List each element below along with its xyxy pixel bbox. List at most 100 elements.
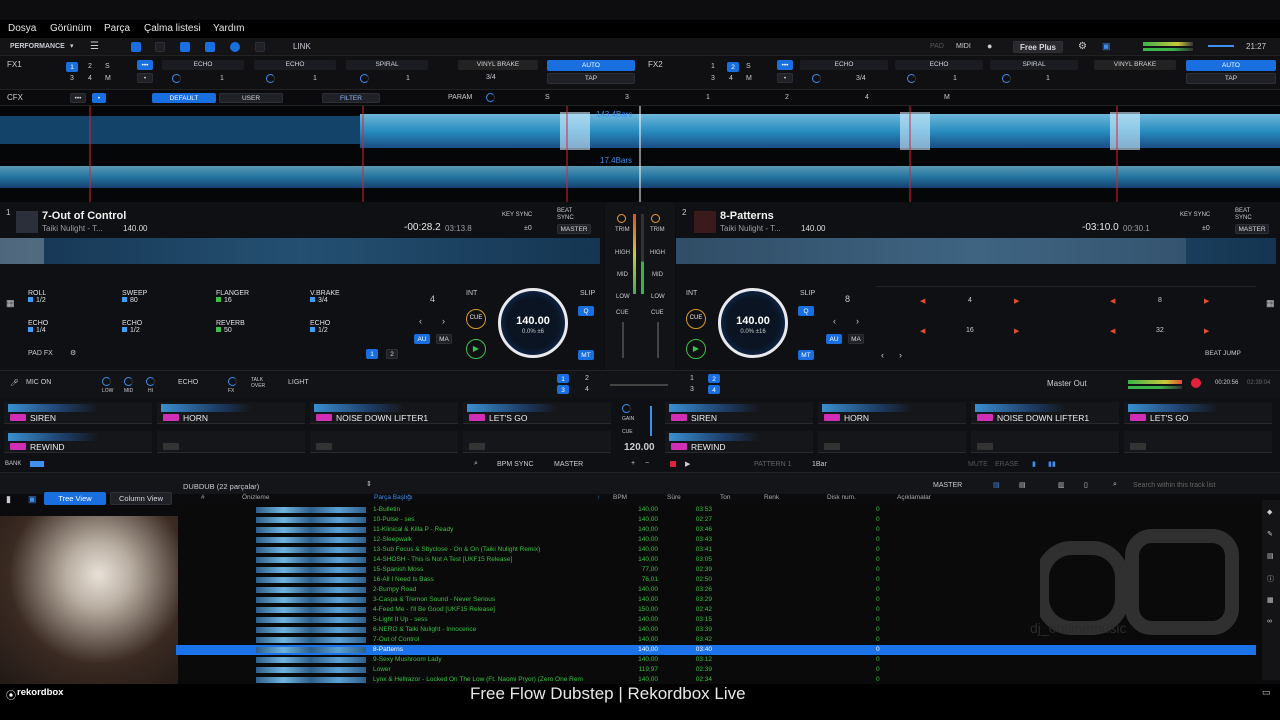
edit-icon[interactable]: ✎ <box>1267 530 1273 538</box>
jump-right-icon[interactable]: ▶ <box>1014 297 1019 305</box>
jump-left-icon[interactable]: ◀ <box>920 327 925 335</box>
jump-right-icon[interactable]: ▶ <box>1204 327 1209 335</box>
fx2-tap-button[interactable]: TAP <box>1186 73 1276 84</box>
sampler-ch-1b[interactable]: 1 <box>690 375 694 382</box>
sampler-slot-7[interactable]: NOISE DOWN LIFTER1 <box>971 402 1119 424</box>
deck1-jump-forward[interactable]: › <box>442 316 445 326</box>
deck2-ma-button[interactable]: MA <box>848 334 864 344</box>
deck1-master-button[interactable]: MASTER <box>557 224 591 234</box>
ch1-cue-button[interactable]: CUE <box>616 310 629 316</box>
fx2-on-button[interactable]: • <box>777 73 793 83</box>
deck1-au-button[interactable]: AU <box>414 334 430 344</box>
fx1-slot3-select[interactable]: SPIRAL <box>346 60 428 70</box>
deck-icon[interactable] <box>155 42 165 52</box>
fx2-slot2-select[interactable]: ECHO <box>895 60 983 70</box>
related-icon[interactable]: ▦ <box>1267 596 1274 604</box>
table-row[interactable]: Lower 119,97 02:39 0 <box>176 665 1256 675</box>
mic-mid-knob[interactable] <box>124 377 133 386</box>
col-comments[interactable]: Açıklamalar <box>897 494 931 501</box>
bank-selector[interactable] <box>30 461 44 467</box>
menu-calma-listesi[interactable]: Çalma listesi <box>144 23 201 34</box>
link-button[interactable]: LINK <box>293 42 311 51</box>
volume-slider[interactable] <box>1208 45 1234 47</box>
col-key[interactable]: Ton <box>720 494 730 501</box>
fx2-assign-3[interactable]: 3 <box>711 75 715 82</box>
deck2-beatsync[interactable]: BEAT SYNC <box>1235 208 1255 222</box>
fx1-slot1-select[interactable]: ECHO <box>162 60 244 70</box>
preview-waveform[interactable] <box>256 587 366 593</box>
fx2-more-button[interactable]: ••• <box>777 60 793 70</box>
sampler-ch-3[interactable]: 3 <box>557 385 569 394</box>
midi-button[interactable]: MIDI <box>956 43 971 50</box>
table-row[interactable]: 8-Patterns 140,00 03:40 0 <box>176 645 1256 655</box>
sampler-slot-10[interactable] <box>157 431 305 453</box>
sort-icon[interactable]: ⇕ <box>366 480 372 488</box>
fx1-assign-1[interactable]: 1 <box>66 62 78 72</box>
fx2-slot1-select[interactable]: ECHO <box>800 60 888 70</box>
link-icon[interactable]: ∞ <box>1267 618 1272 625</box>
sampler-slot-9[interactable]: REWIND <box>4 431 152 453</box>
page-prev-icon[interactable]: ‹ <box>881 350 884 360</box>
deck2-mt-button[interactable]: MT <box>798 350 814 360</box>
track-search-input[interactable]: Search within this track list <box>1133 482 1215 489</box>
bpm-sync-button[interactable]: BPM SYNC <box>497 461 534 468</box>
deck1-jump-back[interactable]: ‹ <box>419 316 422 326</box>
layout-menu-icon[interactable]: ☰ <box>90 41 99 52</box>
menu-yardim[interactable]: Yardım <box>213 23 245 34</box>
sampler-cue-button[interactable]: CUE <box>622 429 633 435</box>
bookmark-icon[interactable]: ▮ <box>6 494 11 505</box>
tree-view-tab[interactable]: Tree View <box>44 492 106 505</box>
preview-waveform[interactable] <box>256 577 366 583</box>
record-icon[interactable] <box>230 42 240 52</box>
column-view-icon[interactable]: ▥ <box>1058 481 1065 489</box>
pad-grid-icon[interactable]: ▦ <box>1266 298 1275 309</box>
layout-icon[interactable] <box>131 42 141 52</box>
deck1-ma-button[interactable]: MA <box>436 334 452 344</box>
sampler-ch-4b[interactable]: 4 <box>708 385 720 394</box>
fx2-slot3-select[interactable]: SPIRAL <box>990 60 1078 70</box>
info-icon[interactable]: ● <box>987 41 992 51</box>
master-out-select[interactable]: Master Out <box>1047 379 1087 388</box>
fx1-assign-m[interactable]: M <box>105 75 111 82</box>
sampler-icon[interactable] <box>255 42 265 52</box>
deck2-keysync[interactable]: KEY SYNC <box>1180 212 1210 218</box>
deck1-keysync[interactable]: KEY SYNC <box>502 212 532 218</box>
sampler-master-button[interactable]: MASTER <box>554 461 583 468</box>
ch2-trim-knob[interactable] <box>651 214 660 223</box>
fx2-slot1-knob[interactable] <box>812 74 821 83</box>
sampler-slot-2[interactable]: HORN <box>157 402 305 424</box>
grid-icon[interactable] <box>180 42 190 52</box>
preview-waveform[interactable] <box>256 607 366 613</box>
tag-icon[interactable]: ◆ <box>1267 508 1272 516</box>
deck1-page-1[interactable]: 1 <box>366 349 378 359</box>
deck2-jump-forward[interactable]: › <box>856 316 859 326</box>
cfx-param-knob[interactable] <box>486 93 495 102</box>
jump-right-icon[interactable]: ▶ <box>1204 297 1209 305</box>
preview-waveform[interactable] <box>256 547 366 553</box>
sampler-slot-3[interactable]: NOISE DOWN LIFTER1 <box>310 402 458 424</box>
jump-pad-16[interactable]: 16 <box>966 327 974 334</box>
plan-badge[interactable]: Free Plus <box>1013 41 1063 53</box>
sampler-ch-3b[interactable]: 3 <box>690 386 694 393</box>
cfx-user-tab[interactable]: USER <box>219 93 283 103</box>
gear-icon[interactable]: ⚙ <box>1078 41 1087 52</box>
fx1-slot2-knob[interactable] <box>266 74 275 83</box>
bar-select[interactable]: 1Bar <box>812 461 827 468</box>
fx2-auto-button[interactable]: AUTO <box>1186 60 1276 71</box>
col-preview[interactable]: Önizleme <box>242 494 269 501</box>
column-view-tab[interactable]: Column View <box>110 492 172 505</box>
col-number[interactable]: # <box>201 494 205 501</box>
deck1-int-select[interactable]: INT <box>466 290 477 297</box>
sampler-ch-2b[interactable]: 2 <box>708 374 720 383</box>
sampler-slot-13[interactable]: REWIND <box>665 431 813 453</box>
chevron-down-icon[interactable]: ▾ <box>70 42 74 50</box>
preview-waveform[interactable] <box>256 567 366 573</box>
deck1-pad-7[interactable]: REVERB 50 <box>216 320 245 334</box>
deck1-pad-4[interactable]: V.BRAKE 3/4 <box>310 290 340 304</box>
fx1-assign-4[interactable]: 4 <box>88 75 92 82</box>
fx2-assign-s[interactable]: S <box>746 63 751 70</box>
deck1-mt-button[interactable]: MT <box>578 350 594 360</box>
preview-waveform[interactable] <box>256 627 366 633</box>
fx1-assign-3[interactable]: 3 <box>70 75 74 82</box>
fx2-brake-select[interactable]: VINYL BRAKE <box>1094 60 1176 70</box>
